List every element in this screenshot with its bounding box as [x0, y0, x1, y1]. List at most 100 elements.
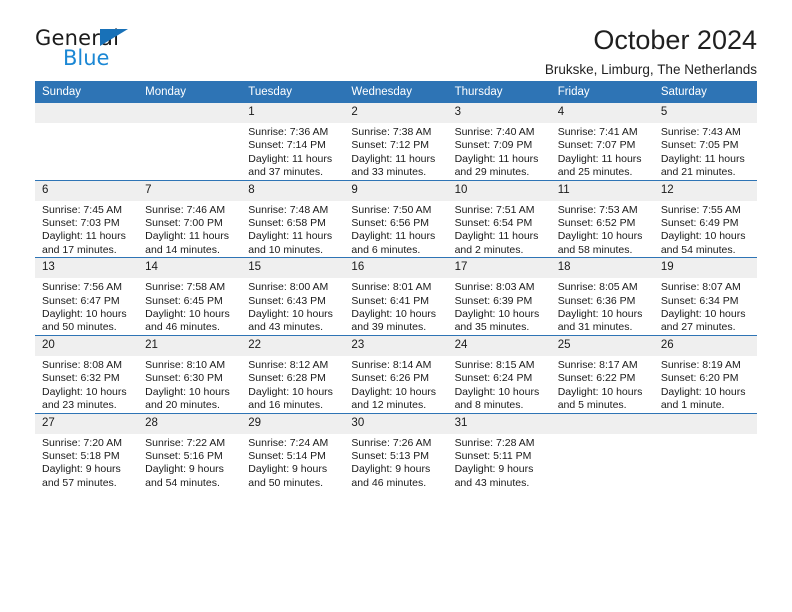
- calendar-day-cell[interactable]: 20 Sunrise: 8:08 AM Sunset: 6:32 PM Dayl…: [35, 334, 139, 413]
- day-details: Sunrise: 8:00 AM Sunset: 6:43 PM Dayligh…: [241, 278, 344, 335]
- sunset-text: Sunset: 6:39 PM: [454, 294, 533, 307]
- sunrise-text: Sunrise: 7:51 AM: [454, 203, 535, 216]
- sunrise-text: Sunrise: 8:03 AM: [454, 281, 535, 294]
- day-number: 15: [241, 258, 345, 279]
- daylight-text-line1: Daylight: 11 hours: [660, 152, 745, 165]
- calendar-day-cell[interactable]: 21 Sunrise: 8:10 AM Sunset: 6:30 PM Dayl…: [138, 334, 242, 413]
- daylight-text-line2: and 58 minutes.: [557, 243, 633, 256]
- calendar-day-cell[interactable]: 5 Sunrise: 7:43 AM Sunset: 7:05 PM Dayli…: [653, 103, 757, 180]
- calendar-day-cell[interactable]: 14 Sunrise: 7:58 AM Sunset: 6:45 PM Dayl…: [138, 257, 242, 336]
- sunrise-text: Sunrise: 7:41 AM: [557, 126, 638, 138]
- calendar-day-cell[interactable]: 26 Sunrise: 8:19 AM Sunset: 6:20 PM Dayl…: [653, 334, 757, 413]
- daylight-text-line2: and 39 minutes.: [351, 321, 427, 334]
- day-details: Sunrise: 7:53 AM Sunset: 6:52 PM Dayligh…: [551, 201, 654, 258]
- calendar-day-cell[interactable]: 24 Sunrise: 8:15 AM Sunset: 6:24 PM Dayl…: [447, 334, 551, 413]
- calendar-day-cell[interactable]: 28 Sunrise: 7:22 AM Sunset: 5:16 PM Dayl…: [138, 412, 242, 491]
- calendar-day-cell[interactable]: 17 Sunrise: 8:03 AM Sunset: 6:39 PM Dayl…: [447, 257, 551, 336]
- calendar-day-cell[interactable]: 18 Sunrise: 8:05 AM Sunset: 6:36 PM Dayl…: [550, 257, 654, 336]
- sunrise-text: Sunrise: 8:17 AM: [557, 358, 638, 371]
- calendar-day-cell[interactable]: 11 Sunrise: 7:53 AM Sunset: 6:52 PM Dayl…: [550, 179, 654, 258]
- calendar-day-cell[interactable]: 29 Sunrise: 7:24 AM Sunset: 5:14 PM Dayl…: [241, 412, 345, 491]
- day-number: [35, 103, 139, 123]
- calendar-day-cell[interactable]: 27 Sunrise: 7:20 AM Sunset: 5:18 PM Dayl…: [35, 412, 139, 491]
- sunrise-text: Sunrise: 7:26 AM: [351, 436, 432, 449]
- day-details: [35, 123, 138, 126]
- day-details: Sunrise: 8:19 AM Sunset: 6:20 PM Dayligh…: [654, 356, 757, 413]
- calendar-day-cell[interactable]: 10 Sunrise: 7:51 AM Sunset: 6:54 PM Dayl…: [447, 179, 551, 258]
- calendar-day-cell[interactable]: 25 Sunrise: 8:17 AM Sunset: 6:22 PM Dayl…: [550, 334, 654, 413]
- daylight-text-line2: and 12 minutes.: [351, 399, 427, 412]
- calendar-day-cell[interactable]: 1 Sunrise: 7:36 AM Sunset: 7:14 PM Dayli…: [241, 103, 345, 180]
- calendar-day-cell[interactable]: [653, 412, 757, 491]
- logo-triangle-icon: [100, 29, 128, 46]
- sunrise-text: Sunrise: 8:07 AM: [660, 281, 741, 294]
- weekday-header-saturday: Saturday: [653, 81, 757, 103]
- daylight-text-line2: and 14 minutes.: [145, 243, 220, 256]
- calendar-table: Sunday Monday Tuesday Wednesday Thursday…: [35, 81, 757, 491]
- daylight-text-line2: and 37 minutes.: [248, 166, 323, 179]
- day-number: [653, 413, 757, 434]
- calendar-day-cell[interactable]: 23 Sunrise: 8:14 AM Sunset: 6:26 PM Dayl…: [344, 334, 448, 413]
- calendar-week-row: 13 Sunrise: 7:56 AM Sunset: 6:47 PM Dayl…: [35, 257, 757, 336]
- sunset-text: Sunset: 6:58 PM: [248, 217, 326, 230]
- weekday-header-friday: Friday: [550, 81, 654, 103]
- daylight-text-line2: and 43 minutes.: [454, 476, 530, 489]
- sunrise-text: Sunrise: 8:05 AM: [557, 281, 638, 294]
- sunset-text: Sunset: 6:30 PM: [145, 372, 223, 385]
- calendar-day-cell[interactable]: 30 Sunrise: 7:26 AM Sunset: 5:13 PM Dayl…: [344, 412, 448, 491]
- calendar-day-cell[interactable]: 15 Sunrise: 8:00 AM Sunset: 6:43 PM Dayl…: [241, 257, 345, 336]
- daylight-text-line1: Daylight: 10 hours: [660, 308, 746, 321]
- sunset-text: Sunset: 6:52 PM: [557, 217, 636, 230]
- sunset-text: Sunset: 6:45 PM: [145, 294, 223, 307]
- calendar-day-cell[interactable]: 3 Sunrise: 7:40 AM Sunset: 7:09 PM Dayli…: [447, 103, 551, 180]
- daylight-text-line2: and 23 minutes.: [42, 399, 117, 412]
- day-number: 22: [241, 335, 345, 356]
- calendar-day-cell[interactable]: 16 Sunrise: 8:01 AM Sunset: 6:41 PM Dayl…: [344, 257, 448, 336]
- calendar-day-cell[interactable]: 7 Sunrise: 7:46 AM Sunset: 7:00 PM Dayli…: [138, 179, 242, 258]
- day-number: [550, 413, 654, 434]
- day-details: Sunrise: 7:41 AM Sunset: 7:07 PM Dayligh…: [551, 123, 654, 180]
- weekday-header-wednesday: Wednesday: [344, 81, 448, 103]
- sunset-text: Sunset: 6:24 PM: [454, 372, 533, 385]
- logo-text-blue: Blue: [63, 46, 110, 70]
- sunrise-text: Sunrise: 7:48 AM: [248, 203, 329, 216]
- calendar-day-cell[interactable]: 4 Sunrise: 7:41 AM Sunset: 7:07 PM Dayli…: [550, 103, 654, 180]
- day-number: 9: [344, 180, 448, 201]
- page-header: General Blue October 2024 Brukske, Limbu…: [35, 0, 757, 77]
- day-number: 14: [138, 258, 242, 279]
- daylight-text-line2: and 27 minutes.: [660, 321, 736, 334]
- calendar-day-cell[interactable]: 9 Sunrise: 7:50 AM Sunset: 6:56 PM Dayli…: [344, 179, 448, 258]
- sunrise-text: Sunrise: 7:24 AM: [248, 436, 329, 449]
- sunset-text: Sunset: 6:26 PM: [351, 372, 430, 385]
- daylight-text-line1: Daylight: 10 hours: [351, 385, 437, 398]
- calendar-day-cell[interactable]: [550, 412, 654, 491]
- daylight-text-line2: and 46 minutes.: [145, 321, 220, 334]
- calendar-day-cell[interactable]: 22 Sunrise: 8:12 AM Sunset: 6:28 PM Dayl…: [241, 334, 345, 413]
- daylight-text-line1: Daylight: 10 hours: [660, 230, 746, 243]
- daylight-text-line2: and 46 minutes.: [351, 476, 427, 489]
- day-details: [138, 123, 241, 126]
- sunrise-text: Sunrise: 8:12 AM: [248, 358, 329, 371]
- calendar-day-cell[interactable]: 12 Sunrise: 7:55 AM Sunset: 6:49 PM Dayl…: [653, 179, 757, 258]
- sunrise-text: Sunrise: 8:01 AM: [351, 281, 432, 294]
- sunset-text: Sunset: 6:22 PM: [557, 372, 636, 385]
- day-number: 3: [447, 103, 551, 123]
- day-number: 10: [447, 180, 551, 201]
- day-details: Sunrise: 7:50 AM Sunset: 6:56 PM Dayligh…: [344, 201, 447, 258]
- calendar-day-cell[interactable]: 13 Sunrise: 7:56 AM Sunset: 6:47 PM Dayl…: [35, 257, 139, 336]
- sunset-text: Sunset: 6:56 PM: [351, 217, 430, 230]
- calendar-day-cell[interactable]: [138, 103, 242, 180]
- calendar-day-cell[interactable]: 19 Sunrise: 8:07 AM Sunset: 6:34 PM Dayl…: [653, 257, 757, 336]
- daylight-text-line2: and 6 minutes.: [351, 243, 421, 256]
- calendar-day-cell[interactable]: 2 Sunrise: 7:38 AM Sunset: 7:12 PM Dayli…: [344, 103, 448, 180]
- daylight-text-line2: and 54 minutes.: [660, 243, 736, 256]
- daylight-text-line2: and 57 minutes.: [42, 476, 117, 489]
- calendar-day-cell[interactable]: 8 Sunrise: 7:48 AM Sunset: 6:58 PM Dayli…: [241, 179, 345, 258]
- daylight-text-line1: Daylight: 11 hours: [248, 152, 333, 165]
- calendar-day-cell[interactable]: 6 Sunrise: 7:45 AM Sunset: 7:03 PM Dayli…: [35, 179, 139, 258]
- day-details: Sunrise: 8:17 AM Sunset: 6:22 PM Dayligh…: [551, 356, 654, 413]
- day-details: Sunrise: 7:22 AM Sunset: 5:16 PM Dayligh…: [138, 434, 241, 491]
- calendar-day-cell[interactable]: [35, 103, 139, 180]
- calendar-day-cell[interactable]: 31 Sunrise: 7:28 AM Sunset: 5:11 PM Dayl…: [447, 412, 551, 491]
- sunrise-text: Sunrise: 7:36 AM: [248, 126, 329, 138]
